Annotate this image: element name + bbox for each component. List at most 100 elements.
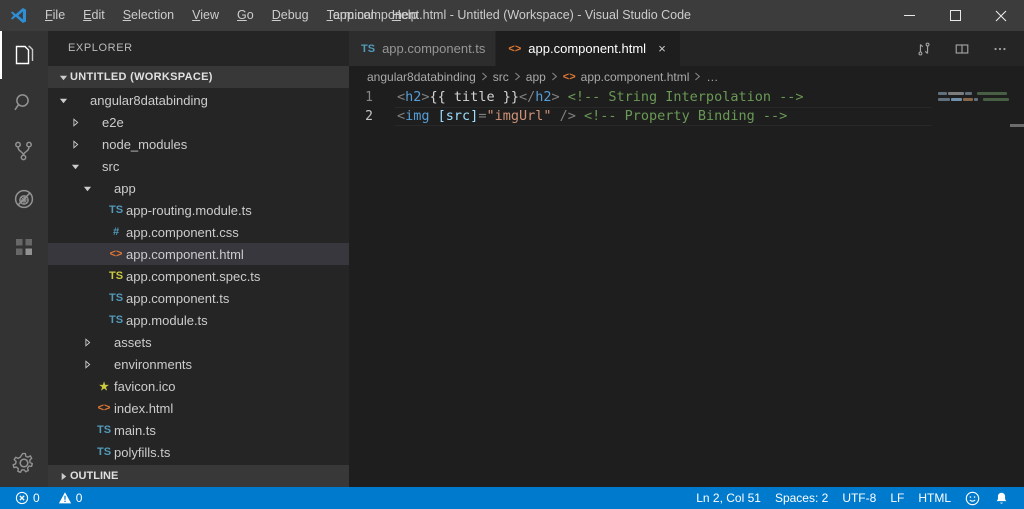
menu-item-go[interactable]: Go (228, 0, 263, 31)
breadcrumb-item[interactable]: angular8databinding (367, 70, 476, 84)
breadcrumb-item[interactable]: app (526, 70, 546, 84)
editor-tab[interactable]: <> app.component.html × (496, 31, 682, 66)
menu-item-label: ebug (280, 8, 309, 22)
tree-item-label: app.component.ts (126, 290, 230, 306)
code-line[interactable]: 1 <h2>{{ title }}</h2> <!-- String Interp… (349, 88, 932, 107)
tree-file-item[interactable]: <> app.component.html (48, 243, 349, 265)
line-content: <h2>{{ title }}</h2> <!-- String Interpo… (395, 88, 803, 107)
tree-folder-item[interactable]: e2e (48, 111, 349, 133)
code-token: img (405, 108, 430, 124)
code-token: > (551, 89, 560, 105)
breadcrumb-item-label: app (525, 70, 546, 84)
chevron-down-icon (80, 184, 94, 193)
outline-section-label: OUTLINE (70, 470, 119, 482)
tree-folder-item[interactable]: assets (48, 331, 349, 353)
minimap-block (938, 92, 947, 95)
status-eol[interactable]: LF (883, 487, 911, 509)
menu-item-debug[interactable]: Debug (263, 0, 318, 31)
minimap-block (983, 98, 1009, 101)
code-token: h2 (535, 89, 552, 105)
menu-item-file[interactable]: File (36, 0, 74, 31)
more-actions-icon[interactable] (986, 35, 1014, 63)
workspace-section-header[interactable]: UNTITLED (WORKSPACE) (48, 66, 349, 88)
breadcrumb-separator-icon (551, 72, 558, 83)
tree-folder-item[interactable]: environments (48, 353, 349, 375)
chevron-down-icon (56, 96, 70, 105)
breadcrumb-item-label: … (706, 70, 719, 84)
tree-folder-item[interactable]: app (48, 177, 349, 199)
outline-section-header[interactable]: OUTLINE (48, 465, 349, 487)
menu-item-selection[interactable]: Selection (114, 0, 183, 31)
activity-search-icon[interactable] (0, 79, 48, 127)
activity-explorer-files-icon[interactable] (0, 31, 48, 79)
tree-folder-item[interactable]: angular8databinding (48, 89, 349, 111)
menu-item-mnemonic: S (122, 8, 132, 22)
menu-item-terminal[interactable]: Terminal (318, 0, 383, 31)
code-token: <!-- String Interpolation --> (567, 89, 804, 105)
status-language-mode[interactable]: HTML (911, 487, 958, 509)
menu-item-view[interactable]: View (183, 0, 228, 31)
editor-tab-label: app.component.ts (382, 41, 486, 56)
minimap[interactable] (932, 88, 1010, 487)
menu-item-help[interactable]: Help (383, 0, 427, 31)
tree-item-label: assets (114, 334, 152, 350)
activity-extensions-icon[interactable] (0, 223, 48, 271)
tree-file-item[interactable]: TS polyfills.ts (48, 441, 349, 463)
window-controls (886, 0, 1024, 31)
maximize-icon[interactable] (932, 0, 978, 31)
explorer-sidebar: EXPLORER UNTITLED (WORKSPACE) angular8da… (48, 31, 349, 487)
typescript-file-icon: TS (96, 424, 112, 436)
breadcrumb-item[interactable]: … (706, 70, 718, 84)
minimap-block (951, 98, 962, 101)
status-notifications-bell-icon[interactable] (987, 487, 1016, 509)
breadcrumb-item[interactable]: src (493, 70, 509, 84)
code-line[interactable]: 2 <img [src]="imgUrl" /> <!-- Property Bi… (349, 107, 1024, 126)
vscode-window: File Edit Selection View Go Debug Terminal Help… (0, 0, 1024, 509)
status-feedback-smiley-icon[interactable] (958, 487, 987, 509)
tree-file-item[interactable]: <> index.html (48, 397, 349, 419)
status-error-count[interactable]: 0 (8, 487, 47, 509)
editor-tab[interactable]: TS app.component.ts (349, 31, 497, 66)
code-lines[interactable]: 1 <h2>{{ title }}</h2> <!-- String Interp… (349, 88, 1024, 487)
status-indentation[interactable]: Spaces: 2 (768, 487, 835, 509)
breadcrumb-item[interactable]: <> app.component.html (563, 70, 690, 84)
split-swap-icon[interactable] (910, 35, 938, 63)
close-icon[interactable]: × (654, 41, 670, 57)
status-warning-count[interactable]: 0 (51, 487, 90, 509)
sidebar-title: EXPLORER (68, 42, 133, 54)
tree-file-item[interactable]: # app.component.css (48, 221, 349, 243)
chevron-right-icon (56, 472, 70, 481)
status-encoding[interactable]: UTF-8 (835, 487, 883, 509)
activity-source-control-branch-icon[interactable] (0, 127, 48, 175)
tree-folder-item[interactable]: node_modules (48, 133, 349, 155)
status-right: Ln 2, Col 51 Spaces: 2 UTF-8 LF HTML (689, 487, 1024, 509)
tree-file-item[interactable]: TS main.ts (48, 419, 349, 441)
tree-file-item[interactable]: TS app.component.spec.ts (48, 265, 349, 287)
code-editor[interactable]: 1 <h2>{{ title }}</h2> <!-- String Interp… (349, 88, 1024, 487)
menu-item-edit[interactable]: Edit (74, 0, 114, 31)
status-bar: 0 0 Ln 2, Col 51 Spaces: 2 UTF-8 LF HTML (0, 487, 1024, 509)
tree-folder-item[interactable]: src (48, 155, 349, 177)
tree-item-label: environments (114, 356, 193, 372)
tree-file-item[interactable]: TS app-routing.module.ts (48, 199, 349, 221)
minimize-icon[interactable] (886, 0, 932, 31)
menu-bar: File Edit Selection View Go Debug Terminal Help (36, 0, 427, 31)
activity-bar (0, 31, 48, 487)
activity-gear-icon[interactable] (0, 439, 48, 487)
file-tree: angular8databinding e2e node_modules src app… (48, 88, 349, 465)
activity-run-and-debug-icon[interactable] (0, 175, 48, 223)
favicon-star-icon: ★ (99, 380, 109, 393)
tree-file-item[interactable]: ★ favicon.ico (48, 375, 349, 397)
status-cursor-position[interactable]: Ln 2, Col 51 (689, 487, 768, 509)
tree-file-item[interactable]: TS app.module.ts (48, 309, 349, 331)
editor-scrollbar[interactable] (1010, 88, 1024, 487)
warning-icon (58, 492, 71, 504)
split-editor-icon[interactable] (948, 35, 976, 63)
minimap-block (965, 92, 972, 95)
tree-file-item[interactable]: TS app.component.ts (48, 287, 349, 309)
close-icon[interactable] (978, 0, 1024, 31)
editor-group: TS app.component.ts <> app.component.html × (349, 31, 1024, 487)
